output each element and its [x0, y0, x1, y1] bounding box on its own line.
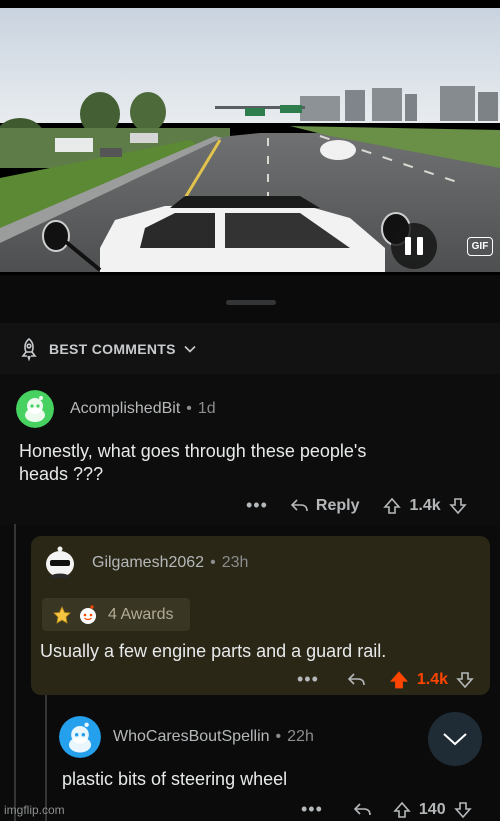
vote-score: 140 — [418, 800, 446, 818]
award-wholesome-icon — [80, 604, 96, 624]
more-options-button[interactable]: ••• — [297, 669, 319, 690]
more-options-button[interactable]: ••• — [301, 799, 323, 820]
comment-actions: ••• 140 — [301, 799, 472, 820]
comment-highlighted: Gilgamesh2062 • 23h 4 Awards Usually a f… — [31, 536, 490, 695]
reply-icon — [347, 672, 365, 685]
pause-icon-bar — [417, 237, 423, 255]
upvote-icon[interactable] — [389, 670, 409, 690]
reply-label: Reply — [315, 496, 360, 514]
rocket-icon — [21, 337, 37, 361]
comment-body-line: heads ??? — [19, 464, 104, 484]
vote-score: 1.4k — [416, 670, 449, 688]
watermark: imgflip.com — [4, 803, 65, 817]
downvote-icon[interactable] — [456, 671, 474, 689]
more-options-button[interactable]: ••• — [246, 495, 268, 516]
vote-score: 1.4k — [409, 496, 441, 514]
comment-author[interactable]: AcomplishedBit — [70, 400, 180, 418]
avatar[interactable] — [41, 544, 79, 582]
sheet-drag-handle[interactable] — [226, 300, 276, 305]
comment-body: plastic bits of steering wheel — [62, 769, 288, 789]
gif-player[interactable]: GIF — [0, 0, 500, 275]
pause-icon — [405, 237, 411, 255]
chevron-down-icon — [184, 345, 196, 353]
comment-actions: ••• Reply 1.4k — [246, 495, 467, 516]
chevron-down-icon — [443, 733, 467, 746]
reply-button[interactable] — [347, 672, 367, 688]
comment-body: Usually a few engine parts and a guard r… — [40, 641, 387, 661]
comment: WhoCaresBoutSpellin • 22h plastic bits o… — [47, 695, 500, 821]
awards-label: 4 Awards — [108, 605, 174, 623]
separator-dot: • — [210, 554, 216, 571]
reply-icon — [290, 498, 308, 511]
awards-badge[interactable]: 4 Awards — [42, 598, 190, 631]
comment-age: 22h — [287, 728, 314, 745]
scroll-down-button[interactable] — [428, 712, 482, 766]
upvote-icon[interactable] — [393, 801, 411, 819]
comment-actions: ••• 1.4k — [297, 669, 474, 690]
comment-author[interactable]: WhoCaresBoutSpellin — [113, 728, 270, 746]
downvote-icon[interactable] — [453, 801, 472, 819]
gif-badge: GIF — [467, 237, 493, 256]
reply-button[interactable]: Reply — [290, 496, 360, 515]
comment-header: AcomplishedBit • 1d — [16, 390, 216, 428]
downvote-icon[interactable] — [448, 497, 467, 515]
comment-body-line: Honestly, what goes through these people… — [19, 441, 367, 461]
comment: AcomplishedBit • 1d Honestly, what goes … — [0, 374, 500, 526]
vote-controls: 1.4k — [389, 670, 474, 690]
sort-label: BEST COMMENTS — [49, 340, 176, 357]
separator-dot: • — [275, 728, 282, 745]
vote-controls: 1.4k — [383, 496, 467, 515]
separator-dot: • — [186, 400, 192, 417]
reply-button[interactable] — [353, 802, 373, 818]
pause-button[interactable] — [391, 223, 437, 269]
comment-author[interactable]: Gilgamesh2062 — [92, 554, 204, 572]
comment-age: 1d — [197, 400, 216, 417]
award-medal-icon — [53, 605, 71, 624]
upvote-icon[interactable] — [383, 497, 402, 515]
comment-age: 23h — [221, 554, 249, 571]
avatar[interactable] — [59, 716, 101, 758]
comments-sheet: BEST COMMENTS AcomplishedBit • 1d Honest… — [0, 275, 500, 821]
comment-body: Honestly, what goes through these people… — [19, 440, 366, 486]
sort-selector[interactable]: BEST COMMENTS — [0, 323, 500, 374]
comment-header: WhoCaresBoutSpellin • 22h — [59, 716, 314, 758]
reply-icon — [353, 802, 371, 815]
avatar[interactable] — [16, 390, 54, 428]
vote-controls: 140 — [393, 801, 472, 819]
thread-line[interactable] — [14, 524, 16, 821]
comment-header: Gilgamesh2062 • 23h — [41, 544, 248, 582]
